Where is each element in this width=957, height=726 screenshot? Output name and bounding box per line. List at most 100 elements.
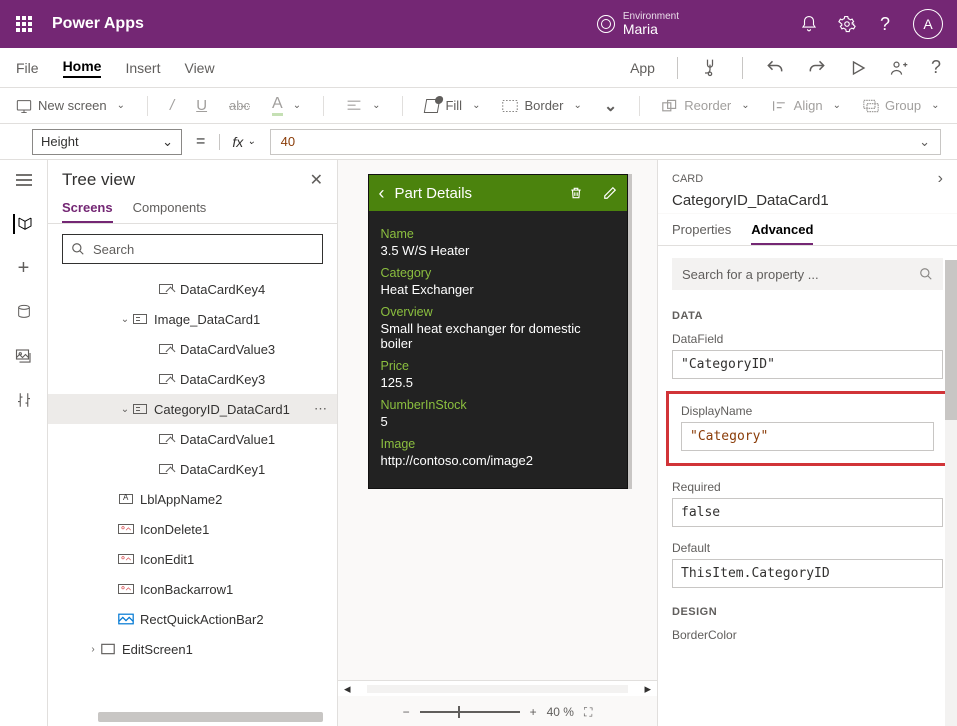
- horizontal-scrollbar[interactable]: [98, 712, 323, 722]
- zoom-control[interactable]: − + 40 % ⛶: [338, 696, 657, 726]
- vertical-scrollbar[interactable]: [945, 260, 957, 726]
- tree-node[interactable]: DataCardKey4: [48, 274, 337, 304]
- phone-preview[interactable]: ‹ Part Details Name 3.5 W/S Heater Categ…: [368, 174, 628, 489]
- search-placeholder: Search: [93, 242, 134, 257]
- tree-node[interactable]: LblAppName2: [48, 484, 337, 514]
- tree-title: Tree view: [62, 170, 135, 190]
- settings-icon[interactable]: [837, 14, 857, 34]
- help2-icon[interactable]: ?: [931, 57, 941, 78]
- property-search[interactable]: Search for a property ...: [672, 258, 943, 290]
- property-selector[interactable]: Height ⌄: [32, 129, 182, 155]
- close-icon[interactable]: ✕: [310, 170, 323, 190]
- align-text-button[interactable]: [346, 99, 380, 113]
- tab-advanced[interactable]: Advanced: [751, 222, 813, 245]
- menu-app[interactable]: App: [630, 60, 655, 76]
- zoom-out-icon[interactable]: −: [403, 705, 410, 719]
- menu-bar: File Home Insert View App ?: [0, 48, 957, 88]
- tree-node[interactable]: IconDelete1: [48, 514, 337, 544]
- group-label: Group: [885, 98, 921, 113]
- underline-button[interactable]: U: [196, 97, 207, 114]
- field-value: 5: [381, 414, 615, 429]
- app-title: Power Apps: [52, 15, 144, 33]
- field-bordercolor: BorderColor: [658, 624, 957, 656]
- back-icon[interactable]: ‹: [379, 183, 385, 204]
- left-rail: +: [0, 160, 48, 726]
- tab-components[interactable]: Components: [133, 200, 207, 223]
- form-body: Name 3.5 W/S Heater Category Heat Exchan…: [369, 211, 627, 488]
- zoom-in-icon[interactable]: +: [530, 705, 537, 719]
- delete-icon[interactable]: [569, 185, 583, 201]
- menu-view[interactable]: View: [184, 60, 214, 76]
- field-input[interactable]: ThisItem.CategoryID: [672, 559, 943, 588]
- new-screen-label: New screen: [38, 98, 107, 113]
- help-icon[interactable]: ?: [875, 14, 895, 34]
- redo-icon[interactable]: [807, 58, 827, 78]
- align-button[interactable]: Align: [772, 98, 841, 113]
- reorder-button[interactable]: Reorder: [662, 98, 749, 113]
- field-input[interactable]: false: [672, 498, 943, 527]
- more-icon[interactable]: ⋯: [314, 401, 329, 417]
- italic-button[interactable]: /: [170, 97, 174, 114]
- tree-node[interactable]: ›EditScreen1: [48, 634, 337, 664]
- field-label: DisplayName: [681, 404, 934, 418]
- canvas-h-scrollbar[interactable]: ◂▸: [338, 680, 657, 696]
- tree-node[interactable]: DataCardKey3: [48, 364, 337, 394]
- field-label: NumberInStock: [381, 398, 615, 412]
- strikethrough-button[interactable]: abc: [229, 98, 250, 113]
- field-label: Overview: [381, 305, 615, 319]
- tab-screens[interactable]: Screens: [62, 200, 113, 223]
- reorder-label: Reorder: [684, 98, 731, 113]
- tree-node[interactable]: IconEdit1: [48, 544, 337, 574]
- notifications-icon[interactable]: [799, 14, 819, 34]
- chevron-down-icon[interactable]: ⌄: [604, 96, 617, 116]
- tab-properties[interactable]: Properties: [672, 222, 731, 245]
- tree-search[interactable]: Search: [62, 234, 323, 264]
- tree-node[interactable]: DataCardKey1: [48, 454, 337, 484]
- font-color-button[interactable]: A: [272, 96, 301, 116]
- tree-node[interactable]: IconBackarrow1: [48, 574, 337, 604]
- tree-node[interactable]: ⌄Image_DataCard1: [48, 304, 337, 334]
- formula-input[interactable]: 40 ⌄: [270, 129, 941, 155]
- zoom-slider[interactable]: [420, 711, 520, 713]
- tree-node-selected[interactable]: ⌄CategoryID_DataCard1⋯: [48, 394, 337, 424]
- title-bar: Power Apps Environment Maria ? A: [0, 0, 957, 48]
- chevron-right-icon[interactable]: ›: [938, 170, 943, 188]
- media-icon[interactable]: [14, 346, 34, 366]
- section-data: DATA: [658, 302, 957, 328]
- environment-label: Environment: [623, 11, 679, 22]
- app-launcher-icon[interactable]: [8, 8, 40, 40]
- fx-button[interactable]: fx⌄: [219, 134, 255, 150]
- field-label: Required: [672, 480, 943, 494]
- avatar[interactable]: A: [913, 9, 943, 39]
- undo-icon[interactable]: [765, 58, 785, 78]
- fill-button[interactable]: Fill: [425, 98, 480, 113]
- canvas: ‹ Part Details Name 3.5 W/S Heater Categ…: [338, 160, 657, 726]
- fit-icon[interactable]: ⛶: [584, 705, 592, 720]
- play-icon[interactable]: [849, 59, 867, 77]
- tree-node[interactable]: RectQuickActionBar2: [48, 604, 337, 634]
- formula-bar: Height ⌄ = fx⌄ 40 ⌄: [0, 124, 957, 160]
- menu-insert[interactable]: Insert: [125, 60, 160, 76]
- advanced-tools-icon[interactable]: [14, 390, 34, 410]
- app-checker-icon[interactable]: [700, 58, 720, 78]
- menu-file[interactable]: File: [16, 60, 39, 76]
- border-button[interactable]: Border: [502, 98, 581, 113]
- edit-icon[interactable]: [603, 186, 617, 200]
- insert-icon[interactable]: +: [14, 258, 34, 278]
- field-value: Heat Exchanger: [381, 282, 615, 297]
- share-icon[interactable]: [889, 58, 909, 78]
- tree-node[interactable]: DataCardValue1: [48, 424, 337, 454]
- data-icon[interactable]: [14, 302, 34, 322]
- tree-view-icon[interactable]: [13, 214, 33, 234]
- field-value: http://contoso.com/image2: [381, 453, 615, 468]
- properties-panel: CARD › CategoryID_DataCard1 Properties A…: [657, 160, 957, 726]
- group-button[interactable]: Group: [863, 98, 940, 113]
- new-screen-button[interactable]: New screen: [16, 98, 125, 113]
- environment-selector[interactable]: Environment Maria: [597, 11, 679, 37]
- menu-home[interactable]: Home: [63, 58, 102, 78]
- tree-node[interactable]: DataCardValue3: [48, 334, 337, 364]
- field-input[interactable]: "Category": [681, 422, 934, 451]
- field-input[interactable]: "CategoryID": [672, 350, 943, 379]
- hamburger-icon[interactable]: [14, 170, 34, 190]
- border-label: Border: [524, 98, 563, 113]
